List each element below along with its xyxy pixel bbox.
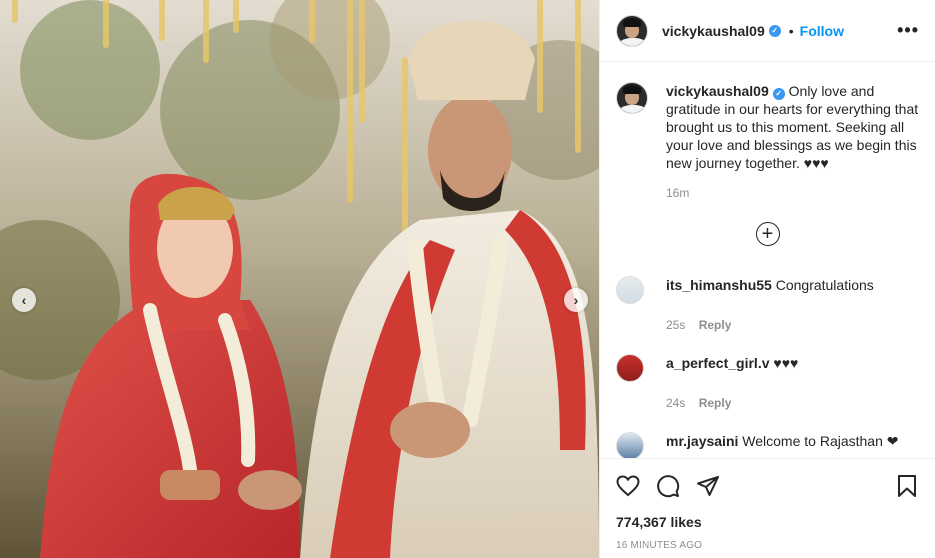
comments-section[interactable]: vickykaushal09 ✓ Only love and gratitude … [600,62,935,458]
share-icon[interactable] [696,474,720,498]
post-header: vickykaushal09 ✓ • Follow ••• [600,0,935,62]
commenter-avatar[interactable] [616,276,644,304]
comment-username[interactable]: its_himanshu55 [666,277,772,293]
author-username[interactable]: vickykaushal09 [662,23,765,39]
heart-icon[interactable] [616,474,640,498]
comment-item: its_himanshu55 Congratulations 25s Reply [616,276,919,332]
reply-button[interactable]: Reply [699,396,732,410]
carousel-prev-button[interactable]: ‹ [12,288,36,312]
comment-icon[interactable] [656,474,680,498]
instagram-post: ‹ › vickykaushal09 ✓ • Follow ••• vickyk… [0,0,935,558]
comment-text: ♥♥♥ [773,355,799,371]
comment-item: a_perfect_girl.v ♥♥♥ 24s Reply [616,354,919,410]
follow-button[interactable]: Follow [800,23,844,39]
comment-text: Congratulations [775,277,874,293]
author-avatar[interactable] [616,14,648,47]
bookmark-icon[interactable] [895,474,919,498]
comment-body: its_himanshu55 Congratulations [666,276,874,294]
caption-body: vickykaushal09 ✓ Only love and gratitude … [666,82,919,172]
post-timestamp[interactable]: 16 MINUTES AGO [600,534,935,558]
caption-verified-badge-icon: ✓ [772,88,785,100]
post-actions [600,458,935,512]
verified-badge-icon: ✓ [768,24,781,37]
comment-body: a_perfect_girl.v ♥♥♥ [666,354,798,372]
comment-time[interactable]: 24s [666,396,685,410]
like-count[interactable]: 774,367 likes [600,512,935,534]
caption: vickykaushal09 ✓ Only love and gratitude … [616,82,919,172]
carousel-next-button[interactable]: › [564,288,588,312]
post-sidebar: vickykaushal09 ✓ • Follow ••• vickykaush… [599,0,935,558]
caption-meta: 16m [666,186,919,200]
comment-item: mr.jaysaini Welcome to Rajasthan ❤ [616,432,919,458]
load-more-comments: + [616,222,919,246]
commenter-avatar[interactable] [616,432,644,458]
caption-avatar[interactable] [616,82,648,114]
comment-text: Welcome to Rajasthan ❤ [742,433,899,449]
reply-button[interactable]: Reply [699,318,732,332]
post-photo[interactable]: ‹ › [0,0,599,558]
plus-circle-icon[interactable]: + [755,222,780,246]
wedding-photo-illustration [0,0,599,558]
header-separator: • [788,22,794,39]
more-options-icon[interactable]: ••• [897,20,919,41]
comment-body: mr.jaysaini Welcome to Rajasthan ❤ [666,432,899,450]
caption-username[interactable]: vickykaushal09 [666,83,769,99]
commenter-avatar[interactable] [616,354,644,382]
caption-time[interactable]: 16m [666,186,689,200]
comment-username[interactable]: a_perfect_girl.v [666,355,770,371]
comment-time[interactable]: 25s [666,318,685,332]
comment-username[interactable]: mr.jaysaini [666,433,738,449]
